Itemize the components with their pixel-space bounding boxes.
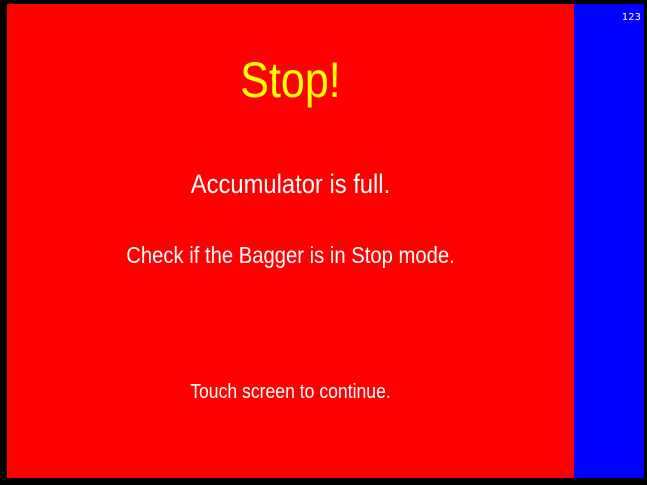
stop-alert-panel[interactable]: Stop! Accumulator is full. Check if the …: [7, 4, 574, 478]
alert-title: Stop!: [240, 52, 341, 108]
alert-message-accumulator: Accumulator is full.: [190, 169, 391, 199]
continue-prompt: Touch screen to continue.: [190, 381, 391, 403]
alert-message-bagger: Check if the Bagger is in Stop mode.: [126, 242, 455, 268]
screen-number: 123: [621, 12, 641, 23]
hmi-screen: Stop! Accumulator is full. Check if the …: [0, 0, 647, 485]
side-panel: 123: [574, 4, 644, 478]
